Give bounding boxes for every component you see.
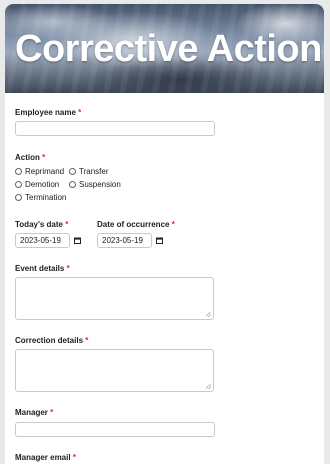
action-option-termination[interactable]: Termination (15, 193, 66, 202)
manager-label: Manager * (15, 408, 53, 417)
radio-circle[interactable] (15, 194, 22, 201)
required-asterisk: * (78, 108, 82, 117)
correction-details-label-text: Correction details (15, 336, 84, 345)
action-label-text: Action (15, 153, 40, 162)
action-option-reprimand[interactable]: Reprimand (15, 167, 64, 176)
resize-handle-icon[interactable] (206, 384, 211, 389)
action-option-demotion[interactable]: Demotion (15, 180, 59, 189)
event-details-textarea[interactable] (15, 277, 214, 320)
form-page: Corrective Action Employee name * Action… (5, 4, 324, 464)
manager-email-label: Manager email * (15, 453, 76, 462)
header-banner: Corrective Action (5, 4, 324, 93)
manager-email-label-text: Manager email (15, 453, 71, 462)
employee-name-input[interactable] (15, 121, 215, 136)
required-asterisk: * (65, 220, 69, 229)
todays-date-label-text: Today's date (15, 220, 63, 229)
occurrence-date-label-text: Date of occurrence (97, 220, 170, 229)
radio-label: Termination (25, 193, 67, 202)
required-asterisk: * (66, 264, 70, 273)
correction-details-textarea[interactable] (15, 349, 214, 392)
manager-label-text: Manager (15, 408, 48, 417)
occurrence-date-label: Date of occurrence * (97, 220, 175, 229)
occurrence-date-input[interactable]: 2023-05-19 (97, 233, 152, 248)
calendar-icon[interactable] (74, 237, 81, 244)
required-asterisk: * (72, 453, 76, 462)
action-option-transfer[interactable]: Transfer (69, 167, 109, 176)
calendar-icon[interactable] (156, 237, 163, 244)
event-details-label-text: Event details (15, 264, 65, 273)
radio-label: Suspension (79, 180, 121, 189)
action-option-suspension[interactable]: Suspension (69, 180, 121, 189)
radio-circle[interactable] (15, 168, 22, 175)
radio-label: Demotion (25, 180, 60, 189)
required-asterisk: * (50, 408, 54, 417)
employee-name-label-text: Employee name (15, 108, 76, 117)
todays-date-input[interactable]: 2023-05-19 (15, 233, 70, 248)
correction-details-label: Correction details * (15, 336, 88, 345)
required-asterisk: * (85, 336, 89, 345)
required-asterisk: * (171, 220, 175, 229)
radio-circle[interactable] (69, 181, 76, 188)
action-label: Action * (15, 153, 45, 162)
radio-circle[interactable] (15, 181, 22, 188)
resize-handle-icon[interactable] (206, 312, 211, 317)
manager-input[interactable] (15, 422, 215, 437)
employee-name-label: Employee name * (15, 108, 81, 117)
todays-date-label: Today's date * (15, 220, 68, 229)
radio-label: Reprimand (25, 167, 65, 176)
required-asterisk: * (42, 153, 46, 162)
radio-circle[interactable] (69, 168, 76, 175)
form-title: Corrective Action (15, 28, 322, 70)
radio-label: Transfer (79, 167, 109, 176)
event-details-label: Event details * (15, 264, 70, 273)
